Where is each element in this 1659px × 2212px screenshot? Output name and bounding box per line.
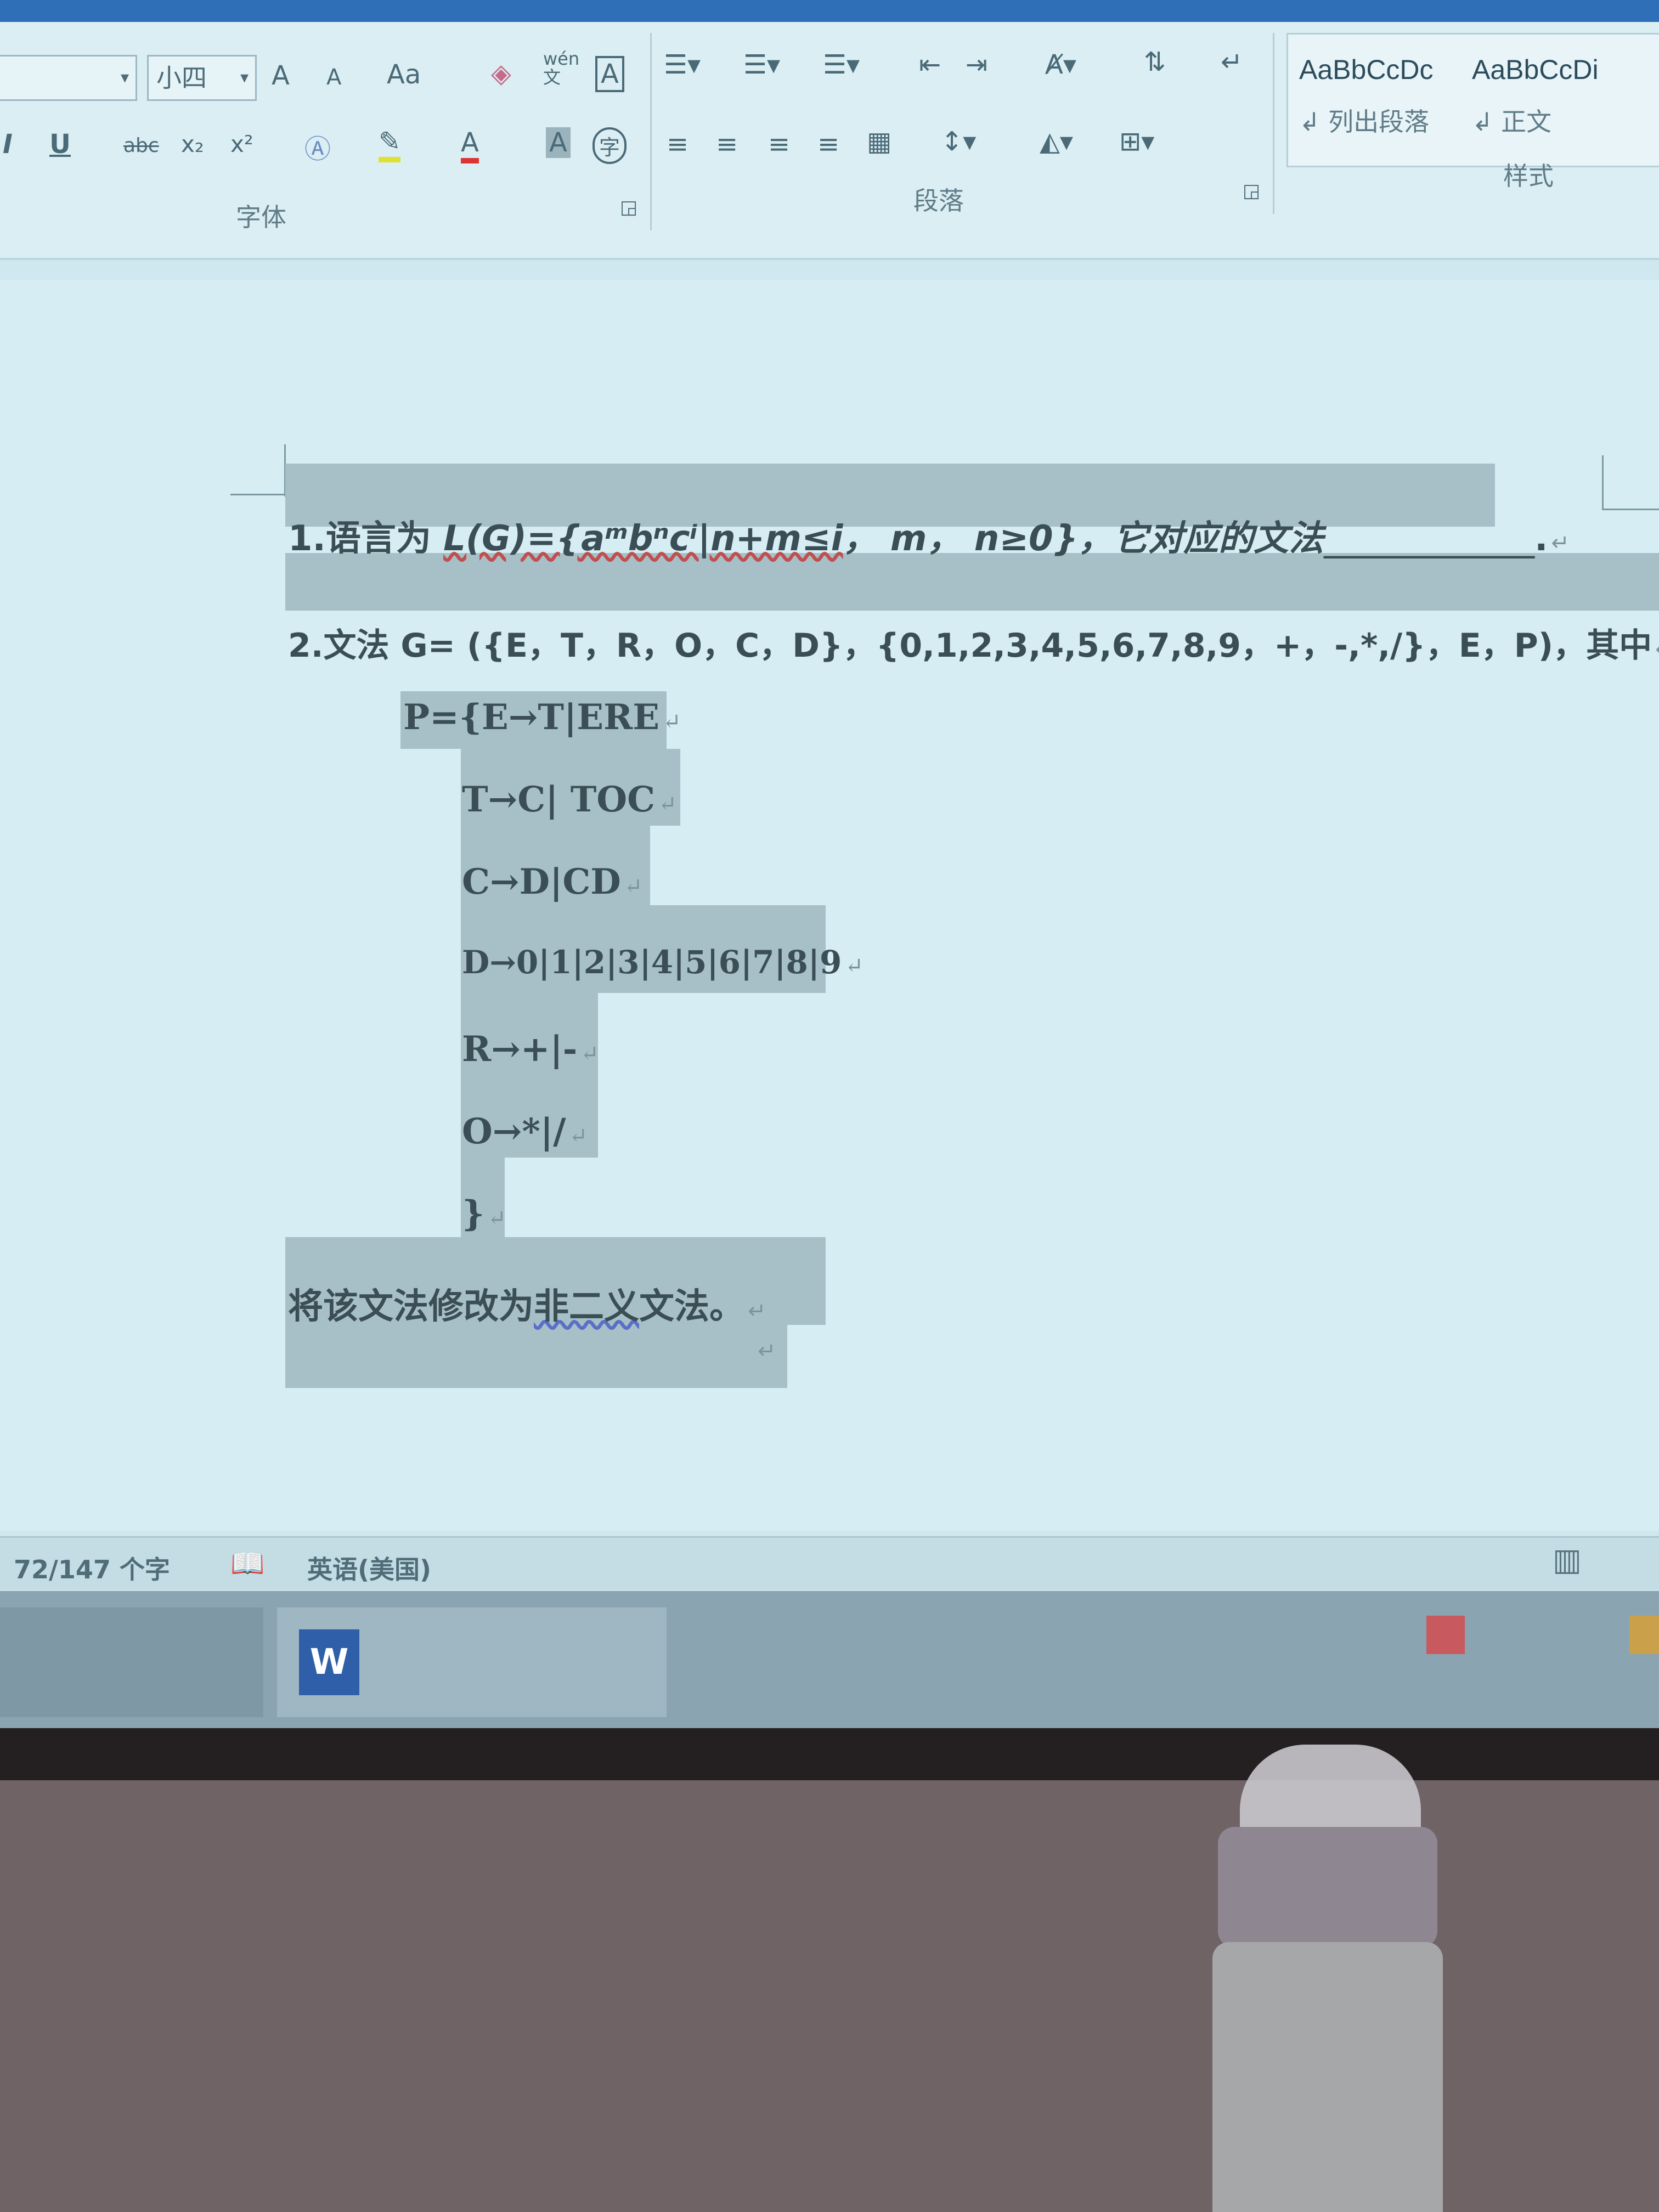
group-separator	[650, 33, 652, 230]
char-border-button[interactable]: A	[595, 56, 624, 92]
ribbon-tab-bar	[0, 0, 1659, 22]
proofing-icon[interactable]: 📖	[230, 1548, 264, 1580]
font-dialog-launcher-icon[interactable]: ◲	[620, 196, 637, 218]
align-left-icon[interactable]: ≡	[667, 129, 689, 160]
text-effect-icon[interactable]: Ⓐ	[304, 127, 331, 166]
question-1: 1.语言为 L(G)={aᵐbⁿcⁱ|n+m≤i， m， n≥0}，它对应的文法…	[288, 518, 1570, 559]
selection-highlight	[285, 1325, 787, 1388]
taskbar-item-word[interactable]: W	[277, 1607, 667, 1717]
italic-button[interactable]: I	[3, 129, 13, 160]
superscript-button[interactable]: x²	[230, 131, 253, 157]
task-line: 将该文法修改为非二义文法。 ↵	[288, 1286, 766, 1327]
distributed-icon[interactable]: ▦	[867, 126, 891, 157]
borders-icon[interactable]: ⊞▾	[1119, 126, 1154, 157]
numbering-icon[interactable]: ☰▾	[743, 49, 780, 80]
production-line: } ↵	[462, 1193, 506, 1234]
style-item-normal[interactable]: AaBbCcDi ↲ 正文	[1472, 54, 1653, 138]
shrink-font-button[interactable]: A	[326, 65, 341, 90]
question-2: 2.文法 G= ({E，T，R，O，C，D}，{0,1,2,3,4,5,6,7,…	[288, 627, 1659, 665]
taskbar-item[interactable]	[0, 1607, 263, 1717]
font-color-button[interactable]: A	[461, 127, 479, 163]
language-indicator[interactable]: 英语(美国)	[307, 1550, 431, 1586]
multilevel-list-icon[interactable]: ☰▾	[823, 49, 860, 80]
taskbar: W	[0, 1591, 1659, 1728]
shading-icon[interactable]: ◭▾	[1040, 126, 1073, 157]
production-line: T→C| TOC ↵	[462, 779, 677, 820]
align-center-icon[interactable]: ≡	[716, 129, 738, 160]
word-app-icon: W	[299, 1629, 359, 1695]
strikethrough-button[interactable]: abc	[123, 134, 159, 157]
chevron-down-icon: ▾	[120, 68, 129, 87]
group-separator	[1273, 33, 1274, 214]
justify-icon[interactable]: ≡	[817, 129, 839, 160]
show-marks-icon[interactable]: ↵	[1221, 47, 1243, 77]
production-line: O→*|/↵	[462, 1111, 588, 1152]
highlight-icon[interactable]: ✎	[379, 126, 401, 162]
chinese-layout-icon[interactable]: Ⱥ▾	[1045, 49, 1076, 80]
margin-corner-mark	[1602, 509, 1659, 510]
screen: ▾ 小四 ▾ A A Aa ◈ wén 文 A I U abc x₂ x² Ⓐ ✎…	[0, 0, 1659, 1728]
empty-paragraph: ↵	[758, 1339, 776, 1364]
font-name-combo[interactable]: ▾	[0, 55, 137, 101]
sort-icon[interactable]: ⇅	[1144, 47, 1166, 77]
decrease-indent-icon[interactable]: ⇤	[919, 49, 941, 80]
phonetic-guide-button[interactable]: wén 文	[543, 49, 579, 87]
production-line: C→D|CD ↵	[462, 861, 643, 902]
styles-group-label: 样式	[1503, 161, 1554, 191]
production-line: D→0|1|2|3|4|5|6|7|8|9 ↵	[462, 944, 864, 981]
enclose-char-button[interactable]: 字	[592, 127, 627, 164]
change-case-button[interactable]: Aa	[387, 59, 421, 90]
font-size-combo[interactable]: 小四 ▾	[147, 55, 257, 101]
paragraph-dialog-launcher-icon[interactable]: ◲	[1243, 180, 1260, 202]
word-count[interactable]: 72/147 个字	[14, 1550, 170, 1586]
line-spacing-icon[interactable]: ↕▾	[941, 126, 976, 157]
tray-app-icon[interactable]	[1629, 1616, 1659, 1654]
margin-corner-mark	[230, 494, 285, 495]
status-bar: 72/147 个字 📖 英语(美国) ▥	[0, 1536, 1659, 1590]
style-gallery: AaBbCcDc ↲ 列出段落 AaBbCcDi ↲ 正文	[1286, 33, 1659, 167]
align-right-icon[interactable]: ≡	[768, 129, 790, 160]
production-line: P={E→T|ERE ↵	[403, 697, 681, 738]
bullets-icon[interactable]: ☰▾	[664, 49, 701, 80]
production-line: R→+|- ↵	[462, 1029, 599, 1070]
tray-app-icon[interactable]	[1426, 1616, 1465, 1654]
font-group-label: 字体	[236, 202, 286, 232]
subscript-button[interactable]: x₂	[181, 131, 204, 157]
document-page[interactable]: 1.语言为 L(G)={aᵐbⁿcⁱ|n+m≤i， m， n≥0}，它对应的文法…	[0, 280, 1659, 1531]
grow-font-button[interactable]: A	[272, 60, 290, 91]
char-shading-button[interactable]: A	[546, 127, 571, 158]
selection-highlight	[285, 553, 1659, 611]
underline-button[interactable]: U	[49, 129, 71, 160]
margin-corner-mark	[1602, 455, 1604, 510]
read-mode-icon[interactable]: ▥	[1553, 1542, 1582, 1578]
style-item-list-paragraph[interactable]: AaBbCcDc ↲ 列出段落	[1299, 54, 1464, 138]
increase-indent-icon[interactable]: ⇥	[966, 49, 988, 80]
chevron-down-icon: ▾	[240, 68, 249, 87]
water-bottle	[1212, 1745, 1509, 2212]
paragraph-group-label: 段落	[913, 186, 964, 216]
clear-format-icon[interactable]: ◈	[491, 58, 511, 89]
ribbon: ▾ 小四 ▾ A A Aa ◈ wén 文 A I U abc x₂ x² Ⓐ ✎…	[0, 22, 1659, 260]
